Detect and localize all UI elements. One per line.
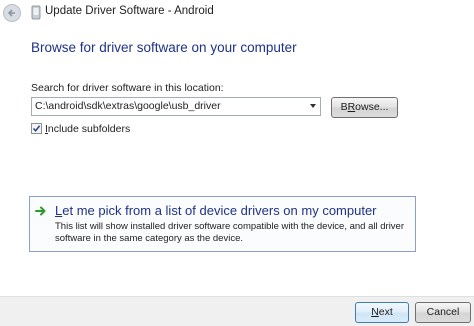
next-button[interactable]: Next (355, 302, 409, 323)
back-arrow-icon (7, 9, 15, 17)
search-location-label: Search for driver software in this locat… (31, 82, 224, 94)
include-subfolders-label[interactable]: Include subfolders (45, 123, 130, 135)
green-arrow-icon (35, 206, 46, 216)
include-subfolders-checkbox[interactable] (31, 123, 42, 134)
back-button[interactable] (3, 4, 21, 22)
cancel-button[interactable]: Cancel (415, 302, 471, 323)
driver-path-combobox[interactable]: C:\android\sdk\extras\google\usb_driver (31, 97, 321, 116)
pick-from-list-description: This list will show installed driver sof… (55, 221, 405, 244)
browse-button[interactable]: BRowse... (331, 97, 398, 118)
page-heading: Browse for driver software on your compu… (31, 40, 297, 55)
checkmark-icon (32, 125, 41, 133)
title-bar: Update Driver Software - Android (0, 0, 474, 26)
device-icon (31, 5, 41, 20)
pick-from-list-title[interactable]: Let me pick from a list of device driver… (55, 203, 377, 218)
window-title: Update Driver Software - Android (45, 5, 214, 17)
chevron-down-icon[interactable] (310, 104, 316, 108)
driver-path-value: C:\android\sdk\extras\google\usb_driver (35, 100, 221, 112)
pick-from-list-option[interactable]: Let me pick from a list of device driver… (29, 196, 416, 252)
